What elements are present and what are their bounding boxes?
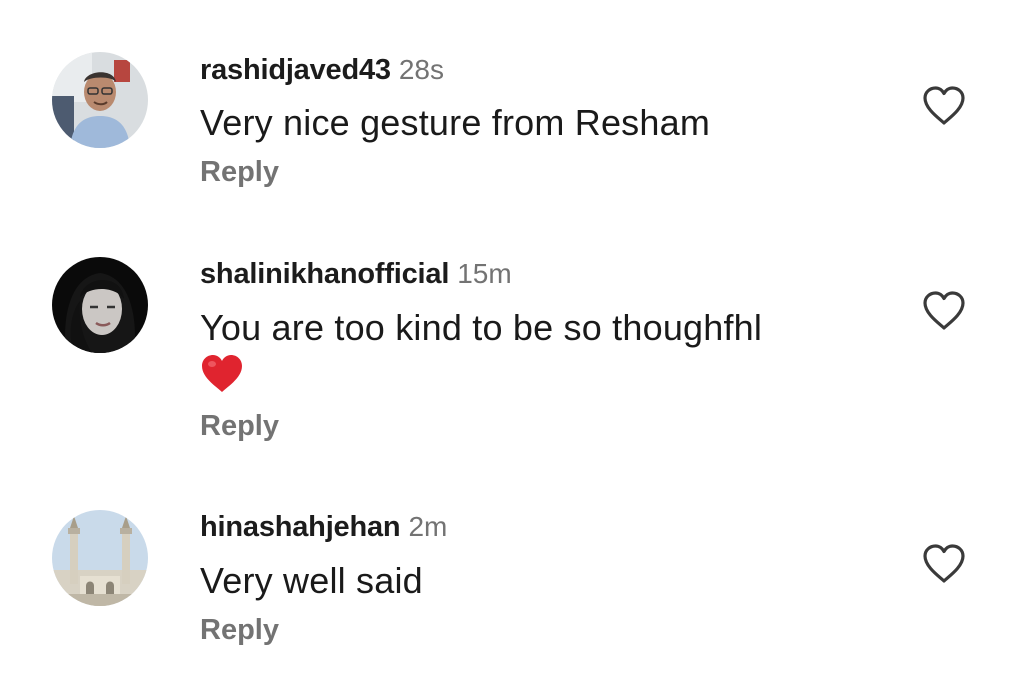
username[interactable]: shalinikhanofficial bbox=[200, 258, 449, 290]
like-button[interactable] bbox=[920, 289, 968, 333]
reply-button[interactable]: Reply bbox=[200, 156, 279, 189]
timestamp: 28s bbox=[398, 54, 444, 85]
avatar[interactable] bbox=[52, 52, 148, 148]
reply-button[interactable]: Reply bbox=[200, 614, 279, 647]
comment-meta: rashidjaved43 28s bbox=[200, 54, 444, 87]
red-heart-emoji bbox=[200, 354, 244, 394]
like-button[interactable] bbox=[920, 84, 968, 128]
heart-outline-icon bbox=[923, 291, 965, 330]
timestamp: 2m bbox=[408, 511, 448, 542]
username[interactable]: rashidjaved43 bbox=[200, 54, 391, 86]
heart-outline-icon bbox=[923, 86, 965, 125]
avatar[interactable] bbox=[52, 257, 148, 353]
username[interactable]: hinashahjehan bbox=[200, 511, 401, 543]
avatar[interactable] bbox=[52, 510, 148, 606]
heart-outline-icon bbox=[923, 544, 965, 583]
comment-text: You are too kind to be so thoughfhl bbox=[200, 307, 763, 348]
comment-text: Very well said bbox=[200, 560, 423, 601]
comment-text: Very nice gesture from Resham bbox=[200, 102, 711, 143]
comment-meta: hinashahjehan 2m bbox=[200, 511, 447, 544]
comment-meta: shalinikhanofficial 15m bbox=[200, 258, 512, 291]
reply-button[interactable]: Reply bbox=[200, 410, 279, 443]
timestamp: 15m bbox=[457, 258, 512, 289]
like-button[interactable] bbox=[920, 542, 968, 586]
